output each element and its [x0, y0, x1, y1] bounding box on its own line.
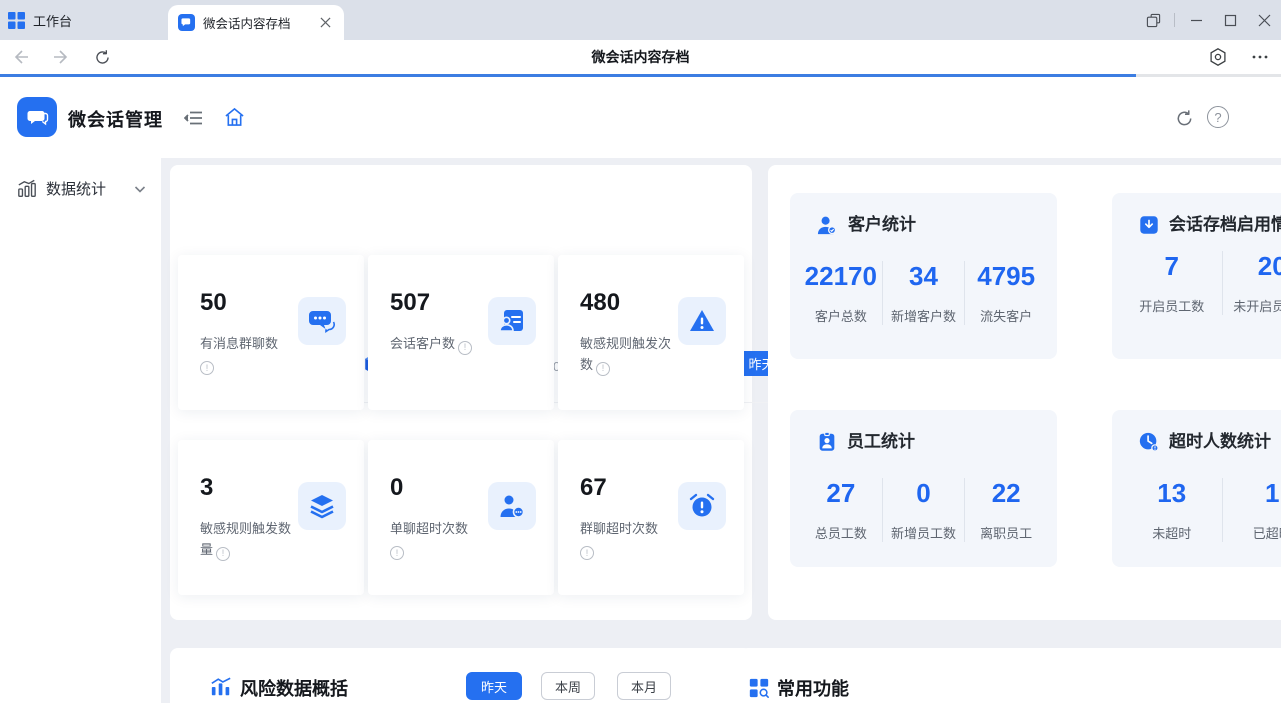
staff-stats-row: 27 总员工数 0 新增员工数 22 离职员工: [800, 478, 1047, 542]
timeout-stats-title: 超时人数统计: [1122, 430, 1281, 454]
help-icon[interactable]: [1207, 106, 1229, 128]
stat-lost-customers: 4795 流失客户: [964, 261, 1047, 325]
page-title: 微会话内容存档: [0, 40, 1281, 74]
window-controls: [1136, 0, 1281, 40]
staff-badge-icon: [816, 431, 838, 453]
risk-chart-icon: [210, 676, 232, 698]
app-title: 微会话管理: [68, 106, 163, 132]
customer-check-icon: [816, 214, 839, 237]
info-icon[interactable]: [580, 546, 594, 560]
statistics-panel: 客户统计 22170 客户总数 34 新增客户数 4795 流失客户: [768, 165, 1281, 620]
risk-filter-yesterday-button[interactable]: 昨天: [466, 672, 522, 700]
info-icon[interactable]: [390, 546, 404, 560]
reload-icon[interactable]: [88, 43, 116, 71]
stat-card-group-chat-timeout[interactable]: 67 群聊超时次数: [558, 440, 744, 595]
sidebar-item-label: 数据统计: [46, 178, 124, 199]
active-tab-label: 微会话内容存档: [203, 13, 308, 32]
stat-label: 会话客户数: [390, 333, 490, 355]
group-chat-icon: [298, 297, 346, 345]
statistics-chart-icon: [17, 179, 37, 199]
stat-resigned-staff: 22 离职员工: [964, 478, 1047, 542]
stat-timeout: 1 已超时: [1222, 478, 1281, 542]
info-icon[interactable]: [216, 547, 230, 561]
sidebar-item-data-statistics[interactable]: 数据统计: [0, 158, 161, 199]
home-icon[interactable]: [222, 105, 246, 129]
stat-card-session-customers[interactable]: 507 会话客户数: [368, 255, 554, 410]
stat-total-customers: 22170 客户总数: [800, 261, 882, 325]
window-controls-divider: [1174, 13, 1175, 27]
session-customer-icon: [488, 297, 536, 345]
chat-app-icon: [178, 14, 195, 31]
archive-enable-title: 会话存档启用情况: [1122, 213, 1281, 237]
active-tab[interactable]: 微会话内容存档: [168, 5, 344, 40]
common-functions-title: 常用功能: [777, 675, 849, 701]
stat-card-single-chat-timeout[interactable]: 0 单聊超时次数: [368, 440, 554, 595]
staff-stats-card[interactable]: 员工统计 27 总员工数 0 新增员工数 22 离职员工: [790, 410, 1057, 567]
workspace-tab-label: 工作台: [33, 11, 72, 30]
collapse-sidebar-icon[interactable]: [181, 106, 205, 130]
stat-not-enabled-staff: 20 未开启员工数: [1222, 251, 1281, 315]
workspace-tab[interactable]: 工作台: [8, 0, 72, 40]
app-header: 微会话管理 李叶: [0, 77, 1281, 158]
archive-download-icon: [1138, 214, 1160, 236]
staff-stats-title: 员工统计: [800, 430, 1047, 454]
back-icon[interactable]: [6, 43, 34, 71]
info-icon[interactable]: [458, 341, 472, 355]
alarm-icon: [678, 482, 726, 530]
popup-window-icon[interactable]: [1136, 0, 1170, 40]
archive-enable-card[interactable]: 会话存档启用情况 7 开启员工数 20 未开启员工数: [1112, 193, 1281, 359]
browser-nav-bar: 微会话内容存档: [0, 40, 1281, 74]
info-icon[interactable]: [200, 361, 214, 375]
risk-filter-month-button[interactable]: 本月: [617, 672, 671, 700]
stat-card-sensitive-rules[interactable]: 3 敏感规则触发数量: [178, 440, 364, 595]
stat-label: 敏感规则触发数量: [200, 518, 296, 561]
stat-card-group-chats[interactable]: 50 有消息群聊数: [178, 255, 364, 410]
timeout-stats-card[interactable]: 超时人数统计 13 未超时 1 已超时: [1112, 410, 1281, 567]
timeout-clock-icon: [1138, 431, 1160, 453]
stat-enabled-staff: 7 开启员工数: [1122, 251, 1222, 315]
forward-icon[interactable]: [48, 43, 76, 71]
app-logo: [17, 97, 57, 137]
customer-stats-title: 客户统计: [800, 213, 1047, 237]
stat-card-sensitive-triggers[interactable]: 480 敏感规则触发次数: [558, 255, 744, 410]
tab-close-icon[interactable]: [316, 14, 334, 32]
settings-gear-icon[interactable]: [1204, 43, 1232, 71]
archive-stats-row: 7 开启员工数 20 未开启员工数: [1122, 251, 1281, 315]
maximize-icon[interactable]: [1213, 0, 1247, 40]
browser-tab-bar: 工作台 微会话内容存档: [0, 0, 1281, 40]
grid-search-icon: [748, 677, 770, 699]
risk-filter-week-button[interactable]: 本周: [541, 672, 595, 700]
stat-label: 敏感规则触发次数: [580, 333, 676, 376]
more-menu-icon[interactable]: [1246, 43, 1274, 71]
customer-stats-row: 22170 客户总数 34 新增客户数 4795 流失客户: [800, 261, 1047, 325]
stat-total-staff: 27 总员工数: [800, 478, 882, 542]
stat-not-timeout: 13 未超时: [1122, 478, 1222, 542]
sidebar: 数据统计: [0, 158, 161, 703]
info-icon[interactable]: [596, 362, 610, 376]
stat-new-staff: 0 新增员工数: [882, 478, 965, 542]
close-window-icon[interactable]: [1247, 0, 1281, 40]
stat-label: 单聊超时次数: [390, 518, 490, 560]
minimize-icon[interactable]: [1179, 0, 1213, 40]
single-chat-timeout-icon: [488, 482, 536, 530]
warning-icon: [678, 297, 726, 345]
customer-stats-card[interactable]: 客户统计 22170 客户总数 34 新增客户数 4795 流失客户: [790, 193, 1057, 359]
layers-icon: [298, 482, 346, 530]
stat-new-customers: 34 新增客户数: [882, 261, 965, 325]
refresh-icon[interactable]: [1172, 106, 1196, 130]
risk-data-title: 风险数据概括: [240, 675, 348, 701]
timeout-stats-row: 13 未超时 1 已超时: [1122, 478, 1281, 542]
data-overview-card: 数据概况 更新时间：2024-07-04 15:51 昨天 本周 本月 50 有…: [170, 165, 752, 620]
workspace-grid-icon: [8, 12, 25, 29]
stat-label: 群聊超时次数: [580, 518, 680, 560]
risk-data-card: 风险数据概括 昨天 本周 本月: [170, 648, 752, 703]
chevron-down-icon: [133, 182, 147, 196]
stat-label: 有消息群聊数: [200, 333, 300, 375]
common-functions-card: 常用功能: [740, 648, 1281, 703]
